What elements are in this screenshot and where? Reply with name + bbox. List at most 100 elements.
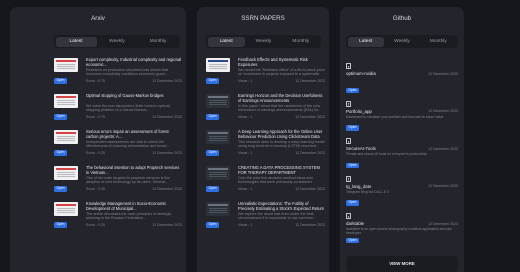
open-button[interactable]: Open (346, 87, 359, 93)
item-description: One of the main targets for proptech ser… (86, 175, 170, 185)
list-item[interactable]: Open Export complexity, Industrial compl… (54, 56, 182, 92)
paper-thumbnail (206, 202, 230, 216)
repo-icon (346, 138, 351, 144)
tab-bar: Latest Weekly Monthly (54, 35, 180, 48)
item-date: 12 December 2023 (295, 115, 325, 119)
column-title: Arxiv (91, 15, 105, 22)
list-item[interactable]: Open Knowledge Management in Socio-Econo… (54, 200, 182, 236)
item-date: 12 December 2023 (152, 223, 182, 227)
tab-latest[interactable]: Latest (207, 36, 245, 47)
item-title[interactable]: Earnings Horizon and the Decision Useful… (238, 93, 325, 103)
list-item[interactable]: Open Earnings Horizon and the Decision U… (206, 92, 325, 128)
repo-name[interactable]: Portfolio_app (346, 109, 372, 114)
item-title[interactable]: Serious errors impair an assessment of f… (86, 129, 182, 139)
item-description: We model the "feedback effect" of a firm… (238, 67, 325, 77)
tab-bar: Latest Weekly Monthly (346, 35, 458, 48)
list-item[interactable]: Open The behavioral intention to adopt P… (54, 164, 182, 200)
repo-list: optimum-nvidia 12 December 2023 Open Por… (346, 60, 458, 248)
repo-name[interactable]: SecureAI-Tools (346, 146, 376, 151)
open-button[interactable]: Open (206, 186, 219, 192)
item-date: 12 December 2023 (295, 187, 325, 191)
item-score: Score : 0.25 (86, 187, 105, 191)
item-date: 12 December 2023 (428, 221, 458, 226)
repo-description (346, 77, 458, 86)
paper-list: Open Export complexity, Industrial compl… (54, 56, 182, 236)
item-description: In this paper I show that the usefulness… (238, 103, 322, 113)
list-item[interactable]: darktable 12 December 2023 darktable is … (346, 210, 458, 248)
item-date: 12 December 2023 (428, 184, 458, 188)
open-button[interactable]: Open (206, 114, 219, 120)
item-date: 12 December 2023 (295, 151, 325, 155)
open-button[interactable]: Open (206, 222, 219, 228)
item-date: 12 December 2023 (428, 109, 458, 113)
item-title[interactable]: CREATING A DATA PROCESSING SYSTEM FOR TH… (238, 165, 325, 175)
list-item[interactable]: tg_lang_date 12 December 2023 Telegram B… (346, 173, 458, 211)
repo-description: darktable is an open source photography … (346, 227, 452, 236)
paper-thumbnail (54, 202, 78, 216)
list-item[interactable]: Open Optimal stopping of Gauss-Markov br… (54, 92, 182, 128)
item-title[interactable]: Export complexity, Industrial complexity… (86, 57, 182, 67)
item-date: 12 December 2023 (295, 79, 325, 83)
open-button[interactable]: Open (54, 186, 67, 192)
repo-icon (346, 100, 351, 107)
tab-bar: Latest Weekly Monthly (206, 35, 321, 48)
tab-weekly[interactable]: Weekly (245, 37, 282, 47)
open-button[interactable]: Open (206, 150, 219, 156)
tab-monthly[interactable]: Monthly (420, 37, 456, 47)
item-title[interactable]: Unrealistic Expectations: The Futility o… (238, 201, 325, 211)
item-date: 12 December 2023 (295, 223, 325, 227)
tab-latest[interactable]: Latest (55, 36, 97, 47)
repo-description: Private and secure AI tools for everyone… (346, 152, 428, 156)
repo-icon (346, 213, 351, 219)
item-title[interactable]: Knowledge Management in Socio-Economic D… (86, 201, 182, 211)
news-dashboard: Arxiv Latest Weekly Monthly Open Export … (0, 0, 520, 272)
list-item[interactable]: SecureAI-Tools 12 December 2023 Private … (346, 135, 458, 173)
list-item[interactable]: Open A Deep Learning Approach for the On… (206, 128, 325, 164)
item-date: 12 December 2023 (428, 146, 458, 151)
repo-name[interactable]: tg_lang_date (346, 184, 371, 189)
github-column: Github Latest Weekly Monthly optimum-nvi… (340, 7, 464, 272)
list-item[interactable]: Open Unrealistic Expectations: The Futil… (206, 200, 325, 236)
list-item[interactable]: Portfolio_app 12 December 2023 Dashboard… (346, 98, 458, 136)
item-description: We solve the non-discounted, finite-hori… (86, 103, 170, 113)
open-button[interactable]: Open (346, 200, 359, 206)
view-more-button[interactable]: VIEW MORE (346, 256, 458, 272)
list-item[interactable]: Open Feedback Effects and Systematic Ris… (206, 56, 325, 92)
open-button[interactable]: Open (54, 78, 67, 84)
paper-thumbnail (206, 58, 230, 72)
item-title[interactable]: The behavioral intention to adopt Propte… (86, 165, 182, 175)
tab-monthly[interactable]: Monthly (138, 37, 179, 47)
item-views: Views : 1 (238, 151, 253, 155)
open-button[interactable]: Open (54, 114, 67, 120)
open-button[interactable]: Open (206, 78, 219, 84)
list-item[interactable]: optimum-nvidia 12 December 2023 Open (346, 60, 458, 98)
paper-thumbnail (206, 130, 230, 144)
item-description: Over the past few decades medical ideas … (238, 175, 313, 185)
item-score: Score : 0.75 (86, 115, 105, 119)
tab-weekly[interactable]: Weekly (384, 37, 420, 47)
open-button[interactable]: Open (346, 237, 359, 243)
open-button[interactable]: Open (346, 125, 359, 131)
item-views: Views : 1 (238, 79, 253, 83)
item-score: Score : 0.25 (86, 223, 105, 227)
open-button[interactable]: Open (54, 222, 67, 228)
item-date: 12 December 2023 (152, 187, 182, 191)
list-item[interactable]: Open Serious errors impair an assessment… (54, 128, 182, 164)
list-item[interactable]: Open CREATING A DATA PROCESSING SYSTEM F… (206, 164, 325, 200)
tab-latest[interactable]: Latest (347, 36, 384, 47)
item-title[interactable]: A Deep Learning Approach for the Online … (238, 129, 325, 139)
tab-monthly[interactable]: Monthly (282, 37, 319, 47)
open-button[interactable]: Open (54, 150, 67, 156)
open-button[interactable]: Open (346, 162, 359, 168)
item-views: Views : 1 (238, 187, 253, 191)
paper-thumbnail (54, 94, 78, 108)
paper-thumbnail (54, 166, 78, 180)
item-description: Research on productive structures has sh… (86, 67, 168, 77)
item-title[interactable]: Feedback Effects and Systematic Risk Exp… (238, 57, 325, 67)
repo-name[interactable]: darktable (346, 221, 364, 226)
tab-weekly[interactable]: Weekly (97, 37, 138, 47)
item-title[interactable]: Optimal stopping of Gauss-Markov bridges (86, 93, 182, 103)
repo-name[interactable]: optimum-nvidia (346, 71, 376, 76)
item-date: 12 December 2023 (428, 71, 458, 76)
repo-icon (346, 175, 351, 182)
